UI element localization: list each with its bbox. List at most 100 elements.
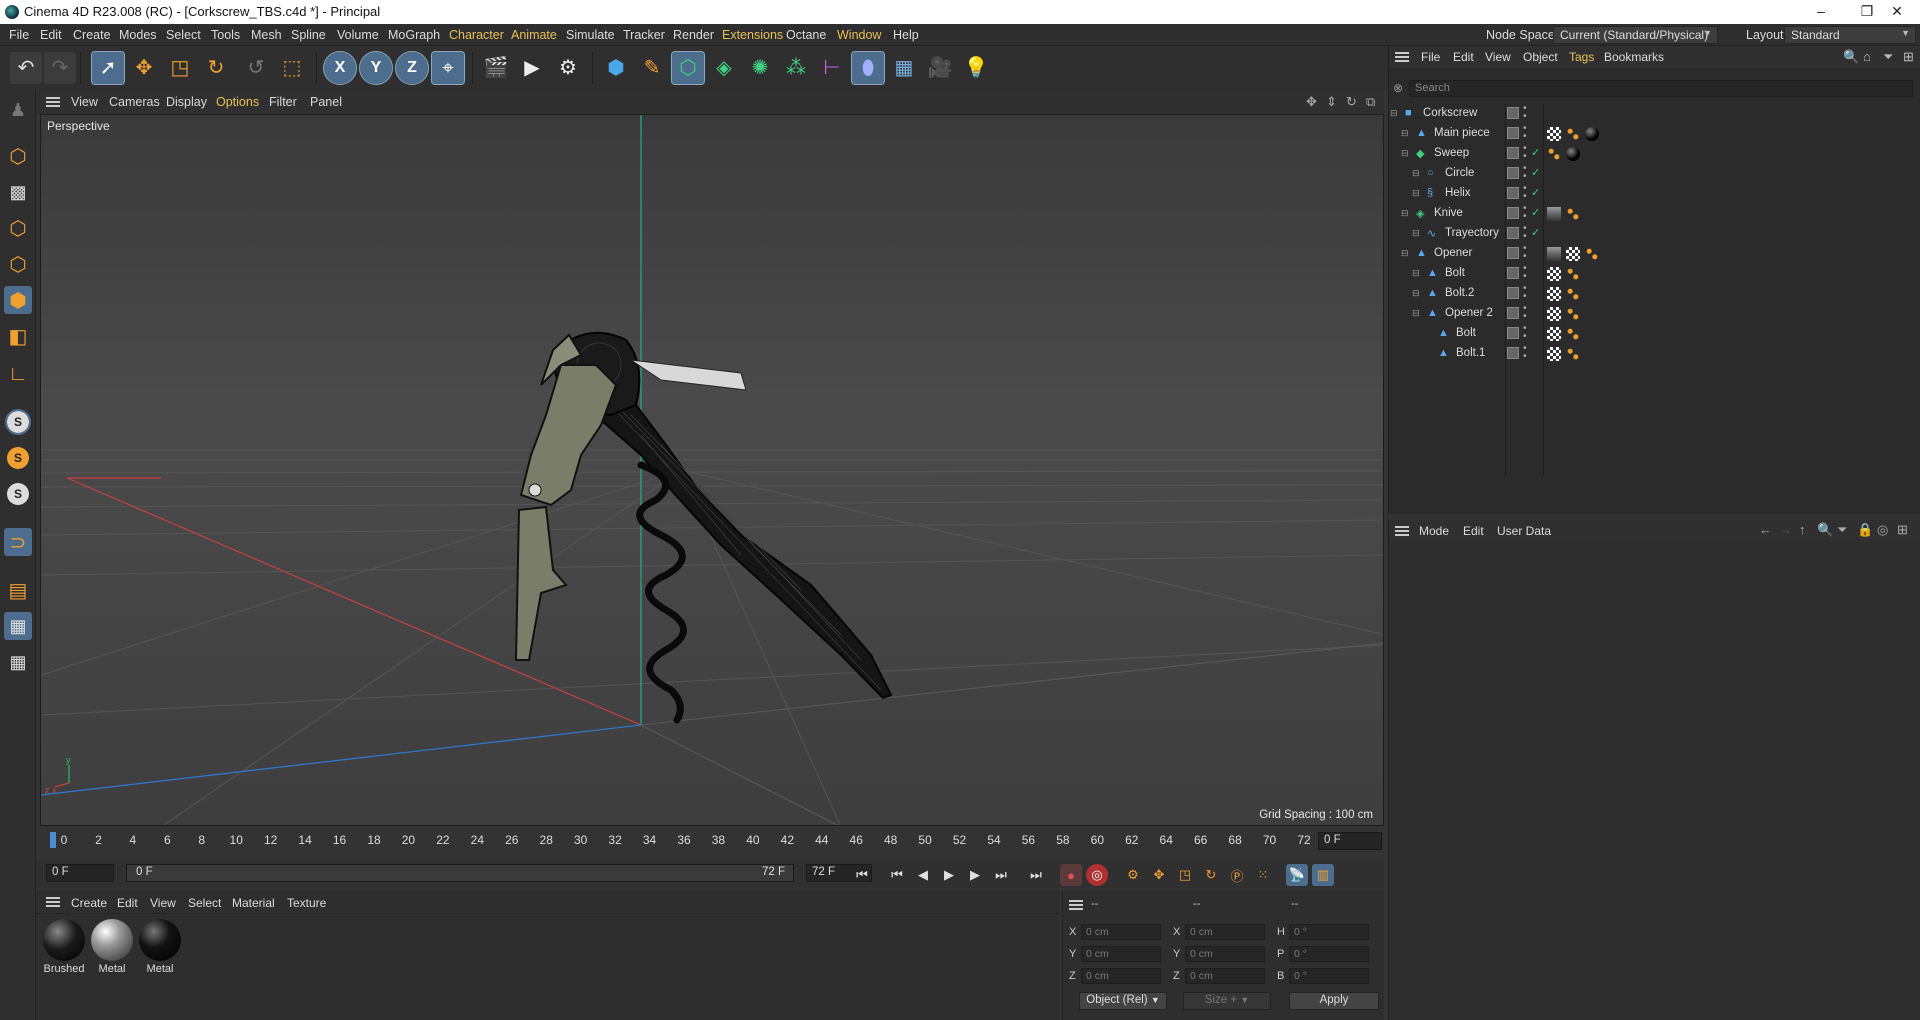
workplane-snap-button[interactable]: S [4,480,32,508]
menu-extensions[interactable]: Extensions [722,28,783,42]
mograph-button[interactable]: ⁂ [780,52,812,84]
points-mode-button[interactable]: ⬡ [4,214,32,242]
visibility-dots-icon[interactable]: • • [1523,324,1527,342]
model-mode-button[interactable]: ⬡ [4,142,32,170]
layer-icon[interactable] [1507,167,1519,179]
object-row[interactable]: ⊟ ▲ Bolt • • [1389,264,1920,284]
object-row[interactable]: ⊟ ▲ Opener • • [1389,244,1920,264]
locked-workplane-button[interactable]: ▦ [4,612,32,640]
menu-mograph[interactable]: MoGraph [388,28,440,42]
material-menu-create[interactable]: Create [71,896,107,910]
render-settings-button[interactable]: ⚙ [552,52,584,84]
menu-mesh[interactable]: Mesh [251,28,282,42]
tree-expand-icon[interactable]: ⊟ [1412,288,1420,299]
selection-tag-icon[interactable] [1566,267,1580,281]
coordinate-system-button[interactable]: ⌖ [431,51,465,85]
timeline-ruler[interactable]: 0 2 4 6 8 10 12 14 16 18 20 22 24 26 28 30 32 34 36 38 40 42 4… [36,830,1384,852]
viewport-menu-display[interactable]: Display [166,95,207,109]
recent-tools-button[interactable]: ↺ [240,52,272,84]
rot-p-field[interactable]: 0 ° [1289,946,1369,962]
size-x-field[interactable]: 0 cm [1185,924,1265,940]
layer-icon[interactable] [1507,267,1519,279]
menu-modes[interactable]: Modes [119,28,157,42]
node-space-select[interactable]: Current (Standard/Physical) ▼ [1553,26,1718,44]
soft-selection-button[interactable]: S [4,444,32,472]
om-menu-edit[interactable]: Edit [1453,50,1474,64]
previous-frame-button[interactable]: ◀ [912,864,934,886]
apply-button[interactable]: Apply [1289,992,1379,1010]
viewport-menu-cameras[interactable]: Cameras [109,95,160,109]
next-key-button[interactable]: ⏭ [990,864,1012,886]
keyframe-selection-button[interactable]: ⚙ [1122,864,1144,886]
polygons-mode-button[interactable]: ⬢ [4,286,32,314]
texture-mode-button[interactable]: ▩ [4,178,32,206]
am-menu-edit[interactable]: Edit [1463,524,1484,538]
menu-volume[interactable]: Volume [337,28,379,42]
pos-z-field[interactable]: 0 cm [1081,968,1161,984]
material-swatch[interactable]: Metal [138,918,182,976]
layer-icon[interactable] [1507,207,1519,219]
up-arrow-icon[interactable]: ↑ [1799,522,1806,537]
enabled-check-icon[interactable]: ✓ [1531,226,1540,239]
selection-tag-icon[interactable] [1566,347,1580,361]
object-row[interactable]: ⊟ ◈ Knive • • ✓ [1389,204,1920,224]
visibility-dots-icon[interactable]: • • [1523,344,1527,362]
visibility-dots-icon[interactable]: • • [1523,204,1527,222]
point-level-key-button[interactable]: ⁙ [1252,864,1274,886]
visibility-dots-icon[interactable]: • • [1523,264,1527,282]
clear-search-icon[interactable]: ⊗ [1393,81,1403,95]
layer-icon[interactable] [1507,287,1519,299]
material-menu-texture[interactable]: Texture [287,896,326,910]
rotate-button[interactable]: ↻ [200,52,232,84]
menu-animate[interactable]: Animate [511,28,557,42]
visibility-dots-icon[interactable]: • • [1523,104,1527,122]
render-view-button[interactable]: 🎬 [480,52,512,84]
enabled-check-icon[interactable]: ✓ [1531,146,1540,159]
visibility-dots-icon[interactable]: • • [1523,224,1527,242]
menu-spline[interactable]: Spline [291,28,326,42]
tree-expand-icon[interactable]: ⊟ [1401,248,1409,259]
visibility-dots-icon[interactable]: • • [1523,144,1527,162]
phong-tag-icon[interactable] [1547,207,1561,221]
menu-tools[interactable]: Tools [211,28,240,42]
target-icon[interactable]: ◎ [1877,522,1888,538]
layer-icon[interactable] [1507,107,1519,119]
layer-icon[interactable] [1507,147,1519,159]
rotate-view-icon[interactable]: ↻ [1346,94,1357,110]
layer-icon[interactable] [1507,227,1519,239]
phong-tag-icon[interactable] [1547,247,1561,261]
tree-expand-icon[interactable]: ⊟ [1401,208,1409,219]
parameter-key-button[interactable]: Ⓟ [1226,864,1248,886]
material-menu-material[interactable]: Material [232,896,275,910]
viewport-menu-panel[interactable]: Panel [310,95,342,109]
cloner-button[interactable]: ✺ [744,52,776,84]
visibility-dots-icon[interactable]: • • [1523,244,1527,262]
am-menu-mode[interactable]: Mode [1419,524,1449,538]
attribute-menu-icon[interactable] [1395,526,1409,536]
move-button[interactable]: ✥ [128,52,160,84]
go-to-start-button[interactable]: ⏮ [851,864,873,886]
search-icon[interactable]: 🔍 [1843,49,1859,65]
object-row[interactable]: ⊟ ◆ Sweep • • ✓ [1389,144,1920,164]
coordinate-mode-select[interactable]: Object (Rel) ▼ [1079,992,1167,1010]
object-row[interactable]: ⊟ § Helix • • ✓ [1389,184,1920,204]
om-menu-file[interactable]: File [1421,50,1440,64]
am-menu-user-data[interactable]: User Data [1497,524,1551,538]
lock-icon[interactable]: 🔒 [1857,522,1873,538]
frame-range-slider[interactable]: 0 F 72 F [126,864,794,882]
timeline-window-button[interactable]: ▥ [1312,864,1334,886]
selection-tag-icon[interactable] [1566,327,1580,341]
new-window-icon[interactable]: ⊞ [1903,49,1914,65]
axis-z-lock-button[interactable]: Z [395,51,429,85]
menu-octane[interactable]: Octane [786,28,826,42]
tree-expand-icon[interactable]: ⊟ [1412,188,1420,199]
current-frame-field[interactable]: 0 F [1318,832,1382,850]
schedule-button[interactable]: 📡 [1286,864,1308,886]
live-selection-button[interactable]: ➚ [91,51,125,85]
om-menu-object[interactable]: Object [1523,50,1558,64]
texture-tag-icon[interactable] [1547,127,1561,141]
menu-file[interactable]: File [9,28,29,42]
visibility-dots-icon[interactable]: • • [1523,184,1527,202]
redo-button[interactable]: ↷ [44,52,76,84]
object-row[interactable]: ⊟ ∿ Trayectory • • ✓ [1389,224,1920,244]
